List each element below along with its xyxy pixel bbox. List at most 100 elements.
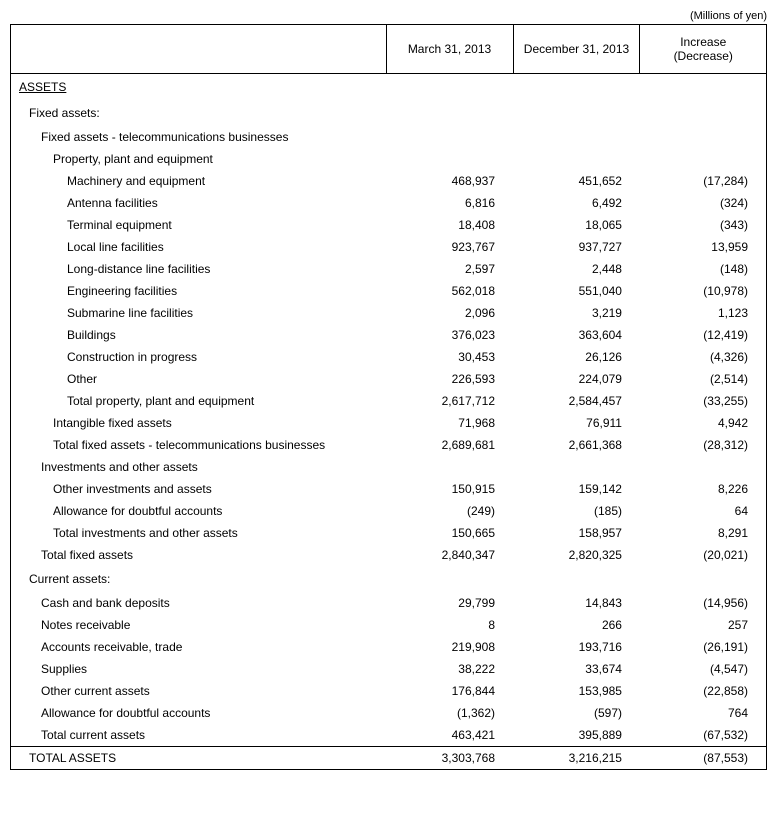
table-row: Local line facilities 923,767 937,727 13… <box>11 236 767 258</box>
row-label: Total current assets <box>11 724 387 747</box>
row-label: Other current assets <box>11 680 387 702</box>
header-col1: March 31, 2013 <box>386 25 513 74</box>
row-label: Terminal equipment <box>11 214 387 236</box>
row-label: Other investments and assets <box>11 478 387 500</box>
cell: (1,362) <box>386 702 513 724</box>
cell: 257 <box>640 614 767 636</box>
cell: 29,799 <box>386 592 513 614</box>
table-row: Notes receivable 8 266 257 <box>11 614 767 636</box>
cell: 468,937 <box>386 170 513 192</box>
cell: 937,727 <box>513 236 640 258</box>
cell: 176,844 <box>386 680 513 702</box>
cell: (324) <box>640 192 767 214</box>
table-row: Other current assets 176,844 153,985 (22… <box>11 680 767 702</box>
cell: (12,419) <box>640 324 767 346</box>
cell: 2,617,712 <box>386 390 513 412</box>
cell: 224,079 <box>513 368 640 390</box>
header-empty <box>11 25 387 74</box>
row-label: Intangible fixed assets <box>11 412 387 434</box>
row-label: Allowance for doubtful accounts <box>11 702 387 724</box>
cell: 3,303,768 <box>386 747 513 770</box>
table-row: Property, plant and equipment <box>11 148 767 170</box>
cell: 14,843 <box>513 592 640 614</box>
table-row: Total fixed assets - telecommunications … <box>11 434 767 456</box>
row-label: Cash and bank deposits <box>11 592 387 614</box>
row-label: Buildings <box>11 324 387 346</box>
unit-label: (Millions of yen) <box>10 10 767 22</box>
table-row: Allowance for doubtful accounts (249) (1… <box>11 500 767 522</box>
cell: 30,453 <box>386 346 513 368</box>
table-row: Submarine line facilities 2,096 3,219 1,… <box>11 302 767 324</box>
cell: (87,553) <box>640 747 767 770</box>
row-label: Other <box>11 368 387 390</box>
row-label: Total fixed assets <box>11 544 387 566</box>
row-label: Local line facilities <box>11 236 387 258</box>
cell: 26,126 <box>513 346 640 368</box>
row-label: Total investments and other assets <box>11 522 387 544</box>
table-row: Machinery and equipment 468,937 451,652 … <box>11 170 767 192</box>
cell: 923,767 <box>386 236 513 258</box>
table-row: Construction in progress 30,453 26,126 (… <box>11 346 767 368</box>
cell: 13,959 <box>640 236 767 258</box>
cell: (343) <box>640 214 767 236</box>
table-row: Buildings 376,023 363,604 (12,419) <box>11 324 767 346</box>
cell: 376,023 <box>386 324 513 346</box>
table-row: Long-distance line facilities 2,597 2,44… <box>11 258 767 280</box>
table-row: Terminal equipment 18,408 18,065 (343) <box>11 214 767 236</box>
cell: 551,040 <box>513 280 640 302</box>
cell: (597) <box>513 702 640 724</box>
cell: 153,985 <box>513 680 640 702</box>
cell: (4,547) <box>640 658 767 680</box>
cell: (185) <box>513 500 640 522</box>
row-label: Accounts receivable, trade <box>11 636 387 658</box>
cell: 266 <box>513 614 640 636</box>
cell: 64 <box>640 500 767 522</box>
cell: 3,219 <box>513 302 640 324</box>
cell: (22,858) <box>640 680 767 702</box>
cell: (10,978) <box>640 280 767 302</box>
cell: (14,956) <box>640 592 767 614</box>
cell: 451,652 <box>513 170 640 192</box>
ppe-label: Property, plant and equipment <box>11 148 387 170</box>
cell: 6,492 <box>513 192 640 214</box>
table-row: Total fixed assets 2,840,347 2,820,325 (… <box>11 544 767 566</box>
cell: 463,421 <box>386 724 513 747</box>
cell: 159,142 <box>513 478 640 500</box>
cell: 18,065 <box>513 214 640 236</box>
cell: 8,226 <box>640 478 767 500</box>
row-label: Allowance for doubtful accounts <box>11 500 387 522</box>
cell: 226,593 <box>386 368 513 390</box>
header-col3: Increase (Decrease) <box>640 25 767 74</box>
cell: 18,408 <box>386 214 513 236</box>
row-label: Construction in progress <box>11 346 387 368</box>
table-row: Fixed assets: <box>11 100 767 126</box>
assets-heading: ASSETS <box>19 80 66 94</box>
table-row: Engineering facilities 562,018 551,040 (… <box>11 280 767 302</box>
cell: 4,942 <box>640 412 767 434</box>
fa-telecom-label: Fixed assets - telecommunications busine… <box>11 126 387 148</box>
table-row: Other investments and assets 150,915 159… <box>11 478 767 500</box>
cell: (17,284) <box>640 170 767 192</box>
row-label: Total fixed assets - telecommunications … <box>11 434 387 456</box>
header-row: March 31, 2013 December 31, 2013 Increas… <box>11 25 767 74</box>
cell: 2,840,347 <box>386 544 513 566</box>
cell: 363,604 <box>513 324 640 346</box>
cell: 1,123 <box>640 302 767 324</box>
cell: (28,312) <box>640 434 767 456</box>
table-row: Total investments and other assets 150,6… <box>11 522 767 544</box>
table-row: Current assets: <box>11 566 767 592</box>
cell: 76,911 <box>513 412 640 434</box>
row-label: Machinery and equipment <box>11 170 387 192</box>
cell: (148) <box>640 258 767 280</box>
row-label: Supplies <box>11 658 387 680</box>
table-row: Investments and other assets <box>11 456 767 478</box>
cell: 193,716 <box>513 636 640 658</box>
cell: 6,816 <box>386 192 513 214</box>
fixed-assets-label: Fixed assets: <box>11 100 387 126</box>
cell: (2,514) <box>640 368 767 390</box>
cell: 71,968 <box>386 412 513 434</box>
cell: 8,291 <box>640 522 767 544</box>
inv-other-label: Investments and other assets <box>11 456 387 478</box>
cell: 764 <box>640 702 767 724</box>
table-row: Intangible fixed assets 71,968 76,911 4,… <box>11 412 767 434</box>
